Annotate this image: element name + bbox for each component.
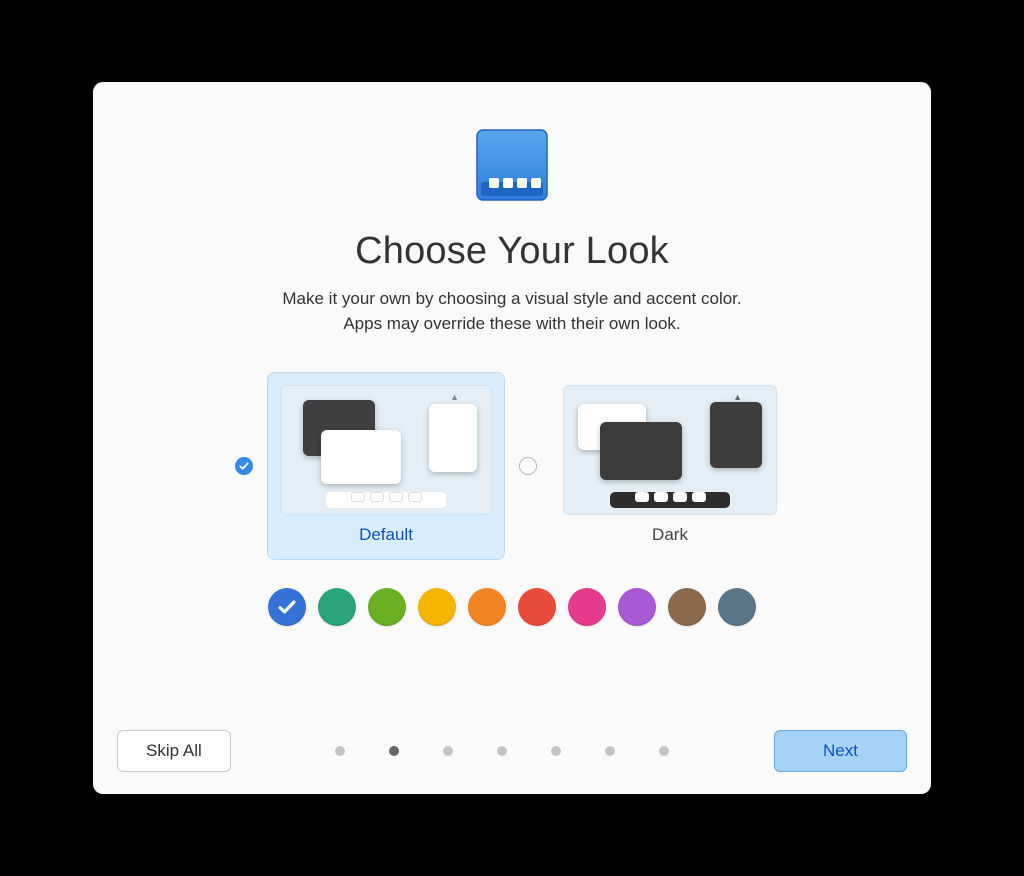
pager-dot-3[interactable] <box>497 746 507 756</box>
theme-label-dark: Dark <box>563 525 777 545</box>
accent-swatch-green[interactable] <box>368 588 406 626</box>
accent-swatch-blue[interactable] <box>268 588 306 626</box>
theme-card-dark[interactable]: ▲ Dark <box>551 373 789 559</box>
accent-swatch-teal[interactable] <box>318 588 356 626</box>
pager-dot-5[interactable] <box>605 746 615 756</box>
subtitle-line-2: Apps may override these with their own l… <box>343 314 680 333</box>
page-subtitle: Make it your own by choosing a visual st… <box>282 287 741 336</box>
theme-options: ▲ Default ▲ Dark <box>235 372 789 560</box>
next-button[interactable]: Next <box>774 730 907 772</box>
radio-default[interactable] <box>235 457 253 475</box>
bell-icon: ▲ <box>450 392 459 402</box>
pager-dot-2[interactable] <box>443 746 453 756</box>
theme-card-default[interactable]: ▲ Default <box>267 372 505 560</box>
accent-swatch-yellow[interactable] <box>418 588 456 626</box>
onboarding-dialog: Choose Your Look Make it your own by cho… <box>93 82 931 794</box>
pager-dot-6[interactable] <box>659 746 669 756</box>
accent-swatch-slate[interactable] <box>718 588 756 626</box>
bell-icon: ▲ <box>733 392 742 402</box>
accent-color-row <box>268 588 756 626</box>
pager <box>335 746 669 756</box>
app-icon <box>467 122 557 212</box>
pager-dot-0[interactable] <box>335 746 345 756</box>
accent-swatch-purple[interactable] <box>618 588 656 626</box>
subtitle-line-1: Make it your own by choosing a visual st… <box>282 289 741 308</box>
footer: Skip All Next <box>117 730 907 772</box>
accent-swatch-brown[interactable] <box>668 588 706 626</box>
accent-swatch-red[interactable] <box>518 588 556 626</box>
theme-preview-dark: ▲ <box>563 385 777 515</box>
accent-swatch-orange[interactable] <box>468 588 506 626</box>
pager-dot-1[interactable] <box>389 746 399 756</box>
theme-preview-default: ▲ <box>280 385 492 515</box>
accent-swatch-pink[interactable] <box>568 588 606 626</box>
page-title: Choose Your Look <box>355 230 669 273</box>
radio-dark[interactable] <box>519 457 537 475</box>
pager-dot-4[interactable] <box>551 746 561 756</box>
skip-all-button[interactable]: Skip All <box>117 730 231 772</box>
theme-label-default: Default <box>280 525 492 545</box>
